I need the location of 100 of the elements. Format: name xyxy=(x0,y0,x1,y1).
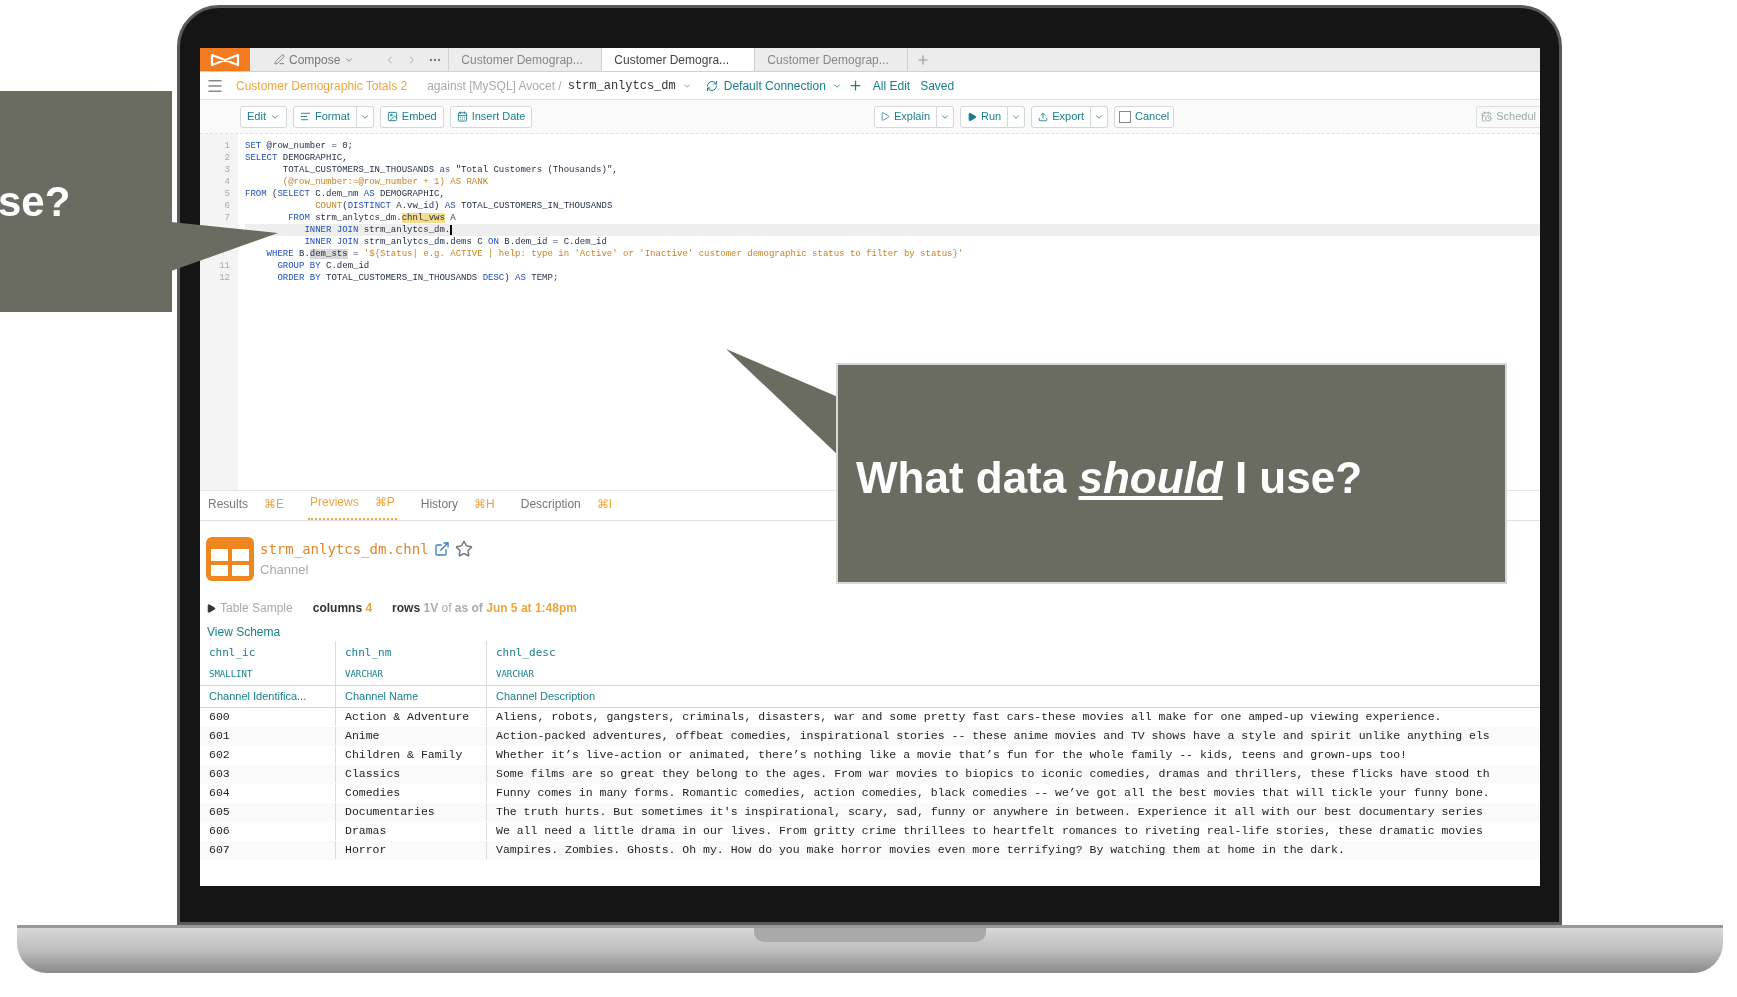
export-icon xyxy=(1038,111,1049,122)
line-number: 5 xyxy=(224,189,230,199)
rows-info: rows 1V of as of Jun 5 at 1:48pm xyxy=(392,600,577,617)
line-number: 7 xyxy=(224,213,230,223)
table-cell: Horror xyxy=(345,843,387,857)
column-type: SMALLINT xyxy=(209,667,254,681)
result-tab[interactable]: Results ⌘E xyxy=(206,495,287,520)
star-icon[interactable] xyxy=(454,540,473,559)
toolbar-button[interactable]: Run xyxy=(960,105,1009,128)
code-line: INNER JOIN strm_anlytcs_dm.dems C ON B.dem_id = C.dem_id xyxy=(303,237,607,247)
table-cell: Vampires. Zombies. Ghosts. Oh my. How do you make horror movies even more terrifying? By watching them at home in the dark. xyxy=(496,843,1345,857)
code-line: GROUP BY C.dem_id xyxy=(276,261,370,271)
expand-triangle-icon xyxy=(207,603,216,613)
table-cell: 606 xyxy=(209,824,230,838)
outline-play-icon xyxy=(880,112,890,121)
line-number: 11 xyxy=(219,261,230,271)
align-icon xyxy=(299,111,311,122)
column-description: Channel Name xyxy=(345,690,419,702)
table-cell: 604 xyxy=(209,786,230,800)
editor-tab[interactable]: Customer Demogra... xyxy=(601,48,755,71)
table-cell: 601 xyxy=(209,729,230,743)
against-label: against [MySQL] Avocet / xyxy=(427,77,562,95)
new-tab-icon[interactable] xyxy=(916,52,931,67)
app-logo[interactable] xyxy=(200,48,250,71)
checkbox-icon xyxy=(1119,110,1131,123)
column-name: chnl_desc xyxy=(496,645,557,661)
table-subtitle: Channel xyxy=(260,560,310,579)
table-cell: 602 xyxy=(209,748,230,762)
table-cell: Whether it’s live-action or animated, there’s nothing like a movie that’s fun for the whole family -- kids, teens and grown-ups too! xyxy=(496,748,1407,762)
toolbar-button[interactable]: Edit xyxy=(240,105,287,128)
column-header[interactable]: chnl_desc VARCHAR xyxy=(486,641,1540,685)
result-tab[interactable]: Description ⌘I xyxy=(518,495,615,520)
column-name: chnl_ic xyxy=(209,645,257,661)
code-line: TOTAL_CUSTOMERS_IN_THOUSANDS as "Total Customers (Thousands)", xyxy=(281,165,618,175)
code-line: COUNT(DISTINCT A.vw_id) AS TOTAL_CUSTOMERS_IN_THOUSANDS xyxy=(314,201,613,211)
callout-text: se? xyxy=(0,177,71,227)
line-number: 3 xyxy=(224,165,230,175)
code-line: SET @row_number = 0; xyxy=(245,141,354,151)
table-cell: Anime xyxy=(345,729,380,743)
toolbar-button[interactable]: Explain xyxy=(873,105,937,128)
line-number: 12 xyxy=(219,273,230,283)
toolbar-button[interactable]: Embed xyxy=(379,105,444,128)
result-tab[interactable]: History ⌘H xyxy=(418,495,497,520)
calendar-icon xyxy=(456,111,468,122)
pen-icon xyxy=(274,54,285,65)
database-selector[interactable]: strm_anlytcs_dm xyxy=(567,76,676,95)
column-description: Channel Identifica... xyxy=(209,690,307,702)
table-icon xyxy=(206,537,254,581)
column-type: VARCHAR xyxy=(345,667,384,681)
table-cell: Aliens, robots, gangsters, criminals, disasters, war and some pretty fast cars-these movies all make for one amped-up viewing experience. xyxy=(496,710,1442,724)
code-line: FROM (SELECT C.dem_nm AS DEMOGRAPHIC, xyxy=(245,189,445,199)
table-cell: Children & Family xyxy=(345,748,463,762)
refresh-icon[interactable] xyxy=(705,79,718,92)
add-icon[interactable] xyxy=(847,78,863,93)
dropdown-toggle[interactable] xyxy=(937,105,954,128)
line-number: 4 xyxy=(224,177,230,187)
calendar-icon xyxy=(1481,111,1493,122)
cancel-button[interactable]: Cancel xyxy=(1114,105,1175,128)
dropdown-toggle[interactable] xyxy=(1008,105,1026,128)
compose-menu[interactable]: Compose xyxy=(250,48,379,71)
line-number: 2 xyxy=(224,153,230,163)
table-cell: Classics xyxy=(345,767,401,781)
table-cell: The truth hurts. But sometimes it's inspirational, scary, sad, funny or anywhere in between. Experience it all with our best documentary series xyxy=(496,805,1483,819)
code-line: WHERE B.dem_sts = '${Status| e.g. ACTIVE | help: type in 'Active' or 'Inactive' customer demographic status to filter by status}' xyxy=(265,249,964,259)
table-cell: Documentaries xyxy=(345,805,435,819)
toolbar-button[interactable]: Insert Date xyxy=(449,105,533,128)
column-description: Channel Description xyxy=(496,690,596,702)
text-cursor xyxy=(450,224,452,235)
column-header[interactable]: chnl_nm VARCHAR xyxy=(335,641,486,685)
view-schema-link[interactable]: View Schema xyxy=(200,623,288,641)
toolbar-button[interactable]: Format xyxy=(292,105,357,128)
line-number: 1 xyxy=(224,141,230,151)
query-action-link[interactable]: Saved xyxy=(920,76,955,95)
query-action-link[interactable]: All Edit xyxy=(872,76,911,95)
code-line: (@row_number:=@row_number + 1) AS RANK xyxy=(281,177,489,187)
table-cell: Funny comes in many forms. Romantic comedies, action comedies, black comedies -- we’ve got all the best movies that will tickle your funny bone. xyxy=(496,786,1490,800)
column-header[interactable]: chnl_ic SMALLINT xyxy=(200,641,335,685)
line-number: 6 xyxy=(224,201,230,211)
play-icon xyxy=(967,111,977,122)
query-title: Customer Demographic Totals 2 xyxy=(236,77,408,95)
table-cell: Action-packed adventures, offbeat comedies, inspirational stories -- these anime movies and TV shows have a style and spirit unlike anything els xyxy=(496,729,1490,743)
table-cell: Dramas xyxy=(345,824,387,838)
table-cell: 600 xyxy=(209,710,230,724)
table-cell: 603 xyxy=(209,767,230,781)
table-cell: 605 xyxy=(209,805,230,819)
toolbar-button[interactable]: Export xyxy=(1031,105,1091,128)
table-cell: We all need a little drama in our lives. From gritty crime thrillees to heartfelt romances to riveting real-life stories, these dramatic movies xyxy=(496,824,1483,838)
image-icon xyxy=(386,111,398,122)
table-cell: Action & Adventure xyxy=(345,710,470,724)
table-cell: Comedies xyxy=(345,786,401,800)
columns-count: columns 4 xyxy=(312,600,373,617)
column-name: chnl_nm xyxy=(345,645,393,661)
code-line: SELECT DEMOGRAPHIC, xyxy=(245,153,348,163)
table-name: strm_anlytcs_dm.chnl xyxy=(260,539,429,560)
table-cell: 607 xyxy=(209,843,230,857)
table-cell: Some films are so great they belong to the ages. From war movies to biopics to iconic comedies, dramas and thrillers, these flicks have stood th xyxy=(496,767,1490,781)
editor-tab[interactable]: Customer Demograp... xyxy=(754,48,908,71)
connection-selector[interactable]: Default Connection xyxy=(723,76,826,95)
external-link-icon[interactable] xyxy=(433,541,450,558)
column-type: VARCHAR xyxy=(496,667,535,681)
